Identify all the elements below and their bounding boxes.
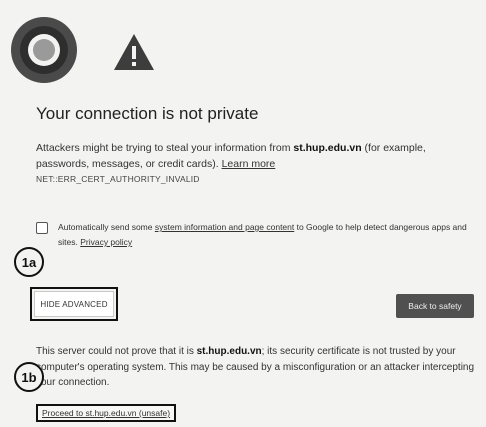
details-text: This server could not prove that it is s…: [36, 344, 481, 391]
optin-checkbox[interactable]: [36, 222, 48, 234]
intro-text: Attackers might be trying to steal your …: [36, 140, 476, 172]
warning-triangle-icon: [114, 34, 154, 70]
page-title: Your connection is not private: [36, 104, 259, 123]
chrome-logo-icon: [11, 17, 77, 83]
annotation-badge-1b: 1b: [14, 362, 44, 392]
back-to-safety-button[interactable]: Back to safety: [396, 294, 474, 318]
details-domain: st.hup.edu.vn: [196, 346, 262, 357]
privacy-policy-link[interactable]: Privacy policy: [80, 237, 132, 247]
learn-more-link[interactable]: Learn more: [222, 158, 276, 170]
annotation-badge-1a: 1a: [14, 247, 44, 277]
intro-domain: st.hup.edu.vn: [293, 142, 362, 154]
error-code: NET::ERR_CERT_AUTHORITY_INVALID: [36, 174, 200, 184]
details-text-start: This server could not prove that it is: [36, 346, 197, 357]
system-info-link[interactable]: system information and page content: [155, 222, 294, 232]
intro-text-start: Attackers might be trying to steal your …: [36, 142, 294, 154]
proceed-unsafe-link[interactable]: Proceed to st.hup.edu.vn (unsafe): [36, 404, 177, 422]
privacy-error-page: Your connection is not private Attackers…: [0, 0, 486, 427]
hide-advanced-button[interactable]: HIDE ADVANCED: [30, 287, 118, 321]
optin-text-start: Automatically send some: [58, 222, 155, 232]
optin-text: Automatically send some system informati…: [58, 220, 478, 250]
